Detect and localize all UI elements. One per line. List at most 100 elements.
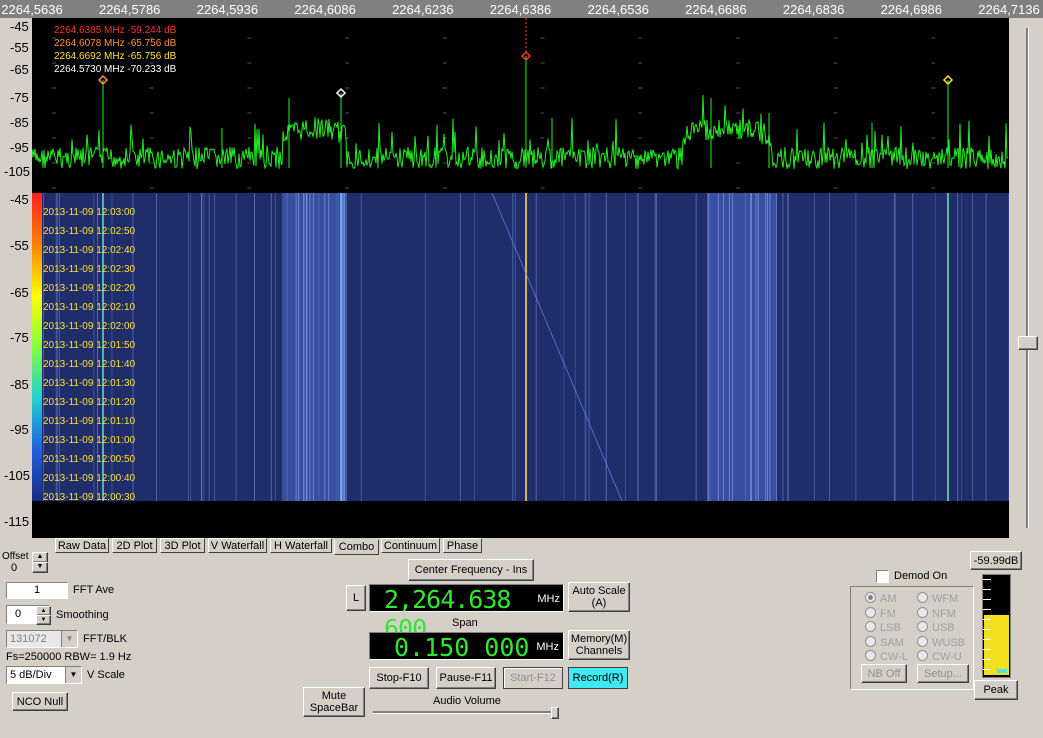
freq-tick-label: 2264,5636: [1, 2, 63, 17]
offset-value: 0: [11, 562, 18, 574]
waterfall-timestamp: 2013-11-09 12:02:40: [43, 245, 136, 256]
freq-tick-label: 2264,5936: [196, 2, 259, 17]
pause-button[interactable]: Pause-F11: [436, 667, 496, 689]
demod-mode-label: AM: [880, 593, 897, 605]
tab-2d-plot[interactable]: 2D Plot: [112, 538, 157, 553]
level-meter-fill: [984, 615, 1009, 675]
vscale-label: V Scale: [87, 669, 125, 681]
db-tick-label: -55: [10, 238, 29, 253]
marker-readout: 2264.5730 MHz -70.233 dB: [54, 64, 177, 75]
db-tick-label: -45: [10, 192, 29, 207]
tab-continuum[interactable]: Continuum: [381, 538, 440, 553]
smoothing-label: Smoothing: [56, 609, 109, 621]
color-scale-bar: [32, 193, 42, 501]
demod-on-label: Demod On: [894, 570, 948, 582]
demod-mode-usb-radio[interactable]: USB: [917, 621, 955, 634]
waterfall-timestamp: 2013-11-09 12:00:50: [43, 454, 136, 465]
waterfall-timestamp: 2013-11-09 12:02:10: [43, 302, 136, 313]
waterfall-timestamp: 2013-11-09 12:01:10: [43, 416, 136, 427]
tab-3d-plot[interactable]: 3D Plot: [160, 538, 205, 553]
memory-channels-button[interactable]: Memory(M) Channels: [568, 630, 630, 660]
demod-mode-lsb-radio[interactable]: LSB: [865, 621, 901, 634]
freq-tick-label: 2264,6686: [685, 2, 747, 17]
auto-scale-label: Auto Scale: [572, 585, 626, 597]
auto-scale-button[interactable]: Auto Scale (A): [568, 582, 630, 612]
marker-readout: 2264.6078 MHz -65.756 dB: [54, 38, 177, 49]
audio-volume-label: Audio Volume: [433, 695, 501, 707]
waterfall-timestamp: 2013-11-09 12:01:30: [43, 378, 136, 389]
mute-button[interactable]: Mute SpaceBar: [303, 687, 365, 717]
demod-mode-cw-u-radio[interactable]: CW-U: [917, 650, 962, 663]
tab-combo[interactable]: Combo: [334, 540, 379, 555]
demod-mode-label: NFM: [932, 607, 956, 620]
tab-h-waterfall[interactable]: H Waterfall: [270, 538, 332, 553]
start-button[interactable]: Start-F12: [503, 667, 563, 689]
center-frequency-unit: MHz: [537, 593, 560, 605]
fft-ave-input[interactable]: 1: [6, 582, 68, 599]
tab-phase[interactable]: Phase: [443, 538, 482, 553]
db-tick-label: -55: [10, 40, 29, 55]
tab-raw-data[interactable]: Raw Data: [55, 538, 109, 553]
freq-tick-label: 2264,5786: [98, 2, 161, 17]
vertical-level-slider[interactable]: [1016, 18, 1038, 538]
demod-mode-nfm-radio[interactable]: NFM: [917, 606, 956, 620]
fft-blk-value: 131072: [10, 633, 47, 645]
db-tick-label: -85: [10, 115, 29, 130]
audio-volume-thumb[interactable]: [551, 707, 559, 719]
demod-mode-label: CW-U: [932, 651, 962, 663]
db-tick-label: -105: [4, 468, 31, 483]
offset-spinner-down[interactable]: ▼: [32, 562, 48, 573]
demod-mode-label: USB: [932, 622, 955, 634]
db-tick-label: -85: [10, 377, 29, 392]
setup-button[interactable]: Setup...: [917, 664, 969, 683]
demod-mode-am-radio[interactable]: AM: [865, 592, 897, 605]
vscale-select[interactable]: 5 dB/Div ▼: [6, 666, 82, 684]
level-meter: [982, 574, 1011, 678]
offset-label: Offset: [2, 551, 29, 562]
waterfall-timestamp: 2013-11-09 12:02:00: [43, 321, 136, 332]
center-frequency-button[interactable]: Center Frequency - Ins: [408, 559, 534, 581]
span-label: Span: [452, 617, 478, 629]
nco-null-button[interactable]: NCO Null: [12, 692, 68, 711]
waterfall-timestamp: 2013-11-09 12:01:40: [43, 359, 136, 370]
slider-thumb[interactable]: [1018, 336, 1038, 350]
tab-v-waterfall[interactable]: V Waterfall: [208, 538, 267, 553]
fs-rbw-info: Fs=250000 RBW= 1.9 Hz: [6, 651, 132, 663]
peak-button[interactable]: Peak: [974, 680, 1018, 700]
smoothing-spinner-down[interactable]: ▼: [36, 615, 51, 625]
record-button[interactable]: Record(R): [568, 667, 628, 689]
demod-mode-label: LSB: [880, 622, 901, 634]
db-tick-label: -105: [4, 164, 31, 179]
demod-mode-fm-radio[interactable]: FM: [865, 606, 896, 620]
demod-mode-wfm-radio[interactable]: WFM: [917, 592, 958, 605]
audio-volume-slider[interactable]: [373, 707, 559, 719]
nb-off-button[interactable]: NB Off: [861, 664, 907, 683]
demod-mode-cw-l-radio[interactable]: CW-L: [865, 650, 908, 663]
demod-mode-sam-radio[interactable]: SAM: [865, 635, 904, 649]
waterfall-timestamp: 2013-11-09 12:01:20: [43, 397, 136, 408]
channels-label: Channels: [575, 645, 623, 657]
waterfall-timestamp: 2013-11-09 12:01:00: [43, 435, 136, 446]
marker-readout: 2264.6385 MHz -59.244 dB: [54, 25, 177, 36]
demod-mode-label: WUSB: [932, 636, 965, 649]
chevron-down-icon: ▼: [61, 631, 77, 647]
spectrum-plot[interactable]: 2264.6385 MHz -59.244 dB 2264.6078 MHz -6…: [32, 18, 1009, 538]
waterfall-timestamp: 2013-11-09 12:00:30: [43, 492, 136, 503]
db-tick-label: -115: [4, 514, 30, 529]
center-frequency-display[interactable]: 2,264.638 600 MHz: [369, 584, 564, 643]
fft-blk-select[interactable]: 131072 ▼: [6, 630, 78, 648]
demod-mode-wusb-radio[interactable]: WUSB: [917, 635, 965, 649]
demod-mode-label: SAM: [880, 636, 904, 649]
smoothing-value: 0: [15, 608, 22, 620]
db-tick-label: -95: [10, 140, 29, 155]
waterfall-timestamp: 2013-11-09 12:02:50: [43, 226, 136, 237]
demod-on-checkbox[interactable]: [876, 570, 889, 583]
waterfall-timestamp: 2013-11-09 12:02:30: [43, 264, 136, 275]
stop-button[interactable]: Stop-F10: [369, 667, 429, 689]
span-display[interactable]: 0.150 000 MHz: [369, 632, 564, 662]
db-tick-label: -95: [10, 422, 29, 437]
fft-ave-label: FFT Ave: [73, 584, 115, 596]
freq-tick-label: 2264,6086: [294, 2, 356, 17]
freq-tick-label: 2264,6536: [587, 2, 649, 17]
lock-l-button[interactable]: L: [346, 585, 366, 611]
